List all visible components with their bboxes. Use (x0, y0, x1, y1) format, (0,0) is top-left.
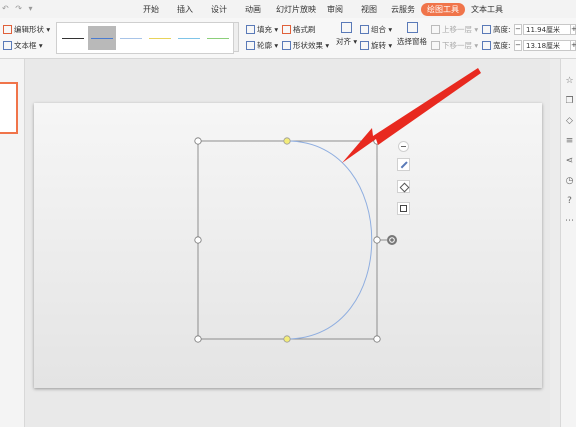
resize-handle-bottom-right[interactable] (373, 335, 381, 343)
resize-handle-bottom-left[interactable] (194, 335, 202, 343)
adjust-handle-bottom[interactable] (283, 335, 291, 343)
minus-icon (401, 146, 406, 147)
arrow-icon (342, 68, 481, 163)
drawing-layer (194, 68, 481, 343)
collapse-toolbar-button[interactable] (398, 141, 409, 152)
resize-handle-left[interactable] (194, 236, 202, 244)
pen-icon (400, 161, 408, 169)
rotate-icon[interactable] (387, 235, 397, 245)
rotate-handle[interactable] (387, 235, 397, 245)
resize-handle-right[interactable] (373, 236, 381, 244)
adjust-handle-top[interactable] (283, 137, 291, 145)
square-outline-icon (400, 205, 407, 212)
resize-handle-top-left[interactable] (194, 137, 202, 145)
shape-style-icon (399, 182, 410, 193)
red-arrow-annotation (342, 68, 481, 163)
edit-pen-button[interactable] (397, 158, 410, 171)
shape-style-button[interactable] (397, 180, 410, 193)
outline-style-button[interactable] (397, 202, 410, 215)
arc-shape[interactable] (286, 140, 373, 340)
